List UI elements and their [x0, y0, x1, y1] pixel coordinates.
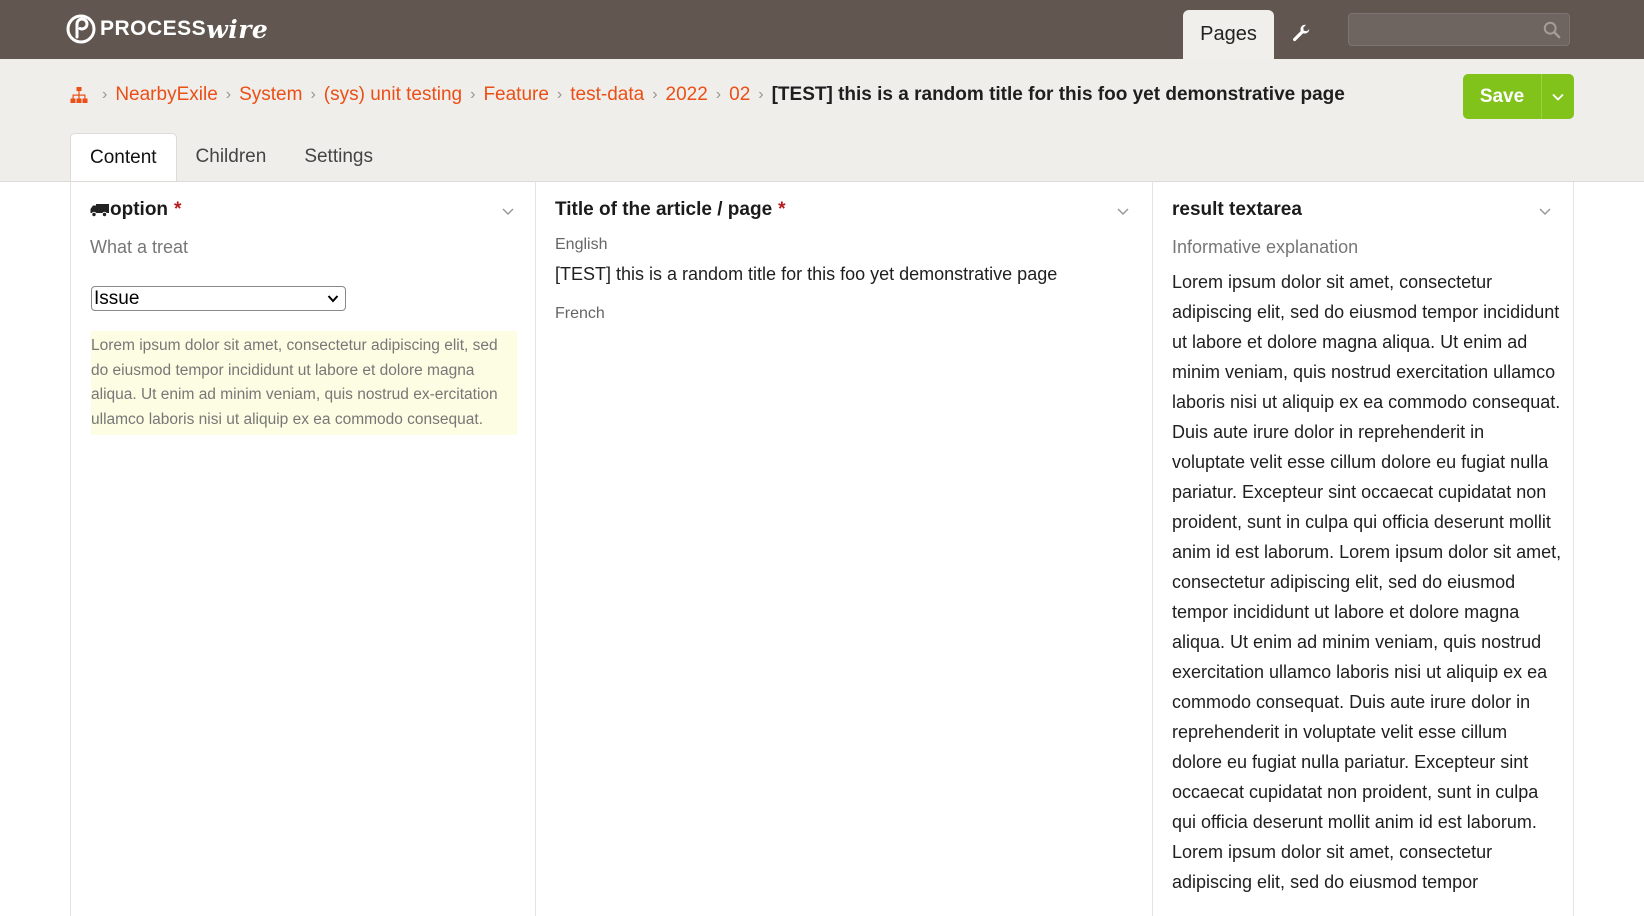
processwire-logo[interactable]: PROCESS wire	[66, 13, 268, 45]
save-button[interactable]: Save	[1463, 74, 1541, 119]
content-panel: option * What a treat Issue Lorem ipsum …	[0, 181, 1644, 916]
chevron-right-icon: ›	[715, 86, 722, 103]
chevron-right-icon: ›	[225, 86, 232, 103]
field-option-notes: Lorem ipsum dolor sit amet, consectetur …	[91, 331, 517, 435]
chevron-right-icon: ›	[310, 86, 316, 103]
field-option-header[interactable]: option *	[90, 199, 181, 221]
breadcrumb-item[interactable]: 2022	[666, 84, 708, 106]
chevron-down-icon[interactable]	[501, 204, 515, 218]
chevron-right-icon: ›	[758, 86, 764, 103]
logo-text-process: PROCESS	[100, 17, 207, 40]
chevron-right-icon: ›	[470, 86, 476, 103]
field-result-description: Informative explanation	[1172, 237, 1359, 257]
chevron-right-icon: ›	[102, 86, 108, 103]
field-title-label: Title of the article / page	[555, 199, 773, 220]
truck-icon	[90, 204, 109, 217]
field-result-label: result textarea	[1172, 199, 1302, 220]
masthead: PROCESS wire Pages	[0, 0, 1644, 59]
search-icon[interactable]	[1543, 21, 1561, 39]
field-title-header[interactable]: Title of the article / page *	[555, 199, 786, 221]
chevron-right-icon: ›	[556, 86, 563, 103]
breadcrumb-item[interactable]: test-data	[570, 84, 644, 106]
wrench-icon[interactable]	[1290, 23, 1312, 45]
field-option-label: option	[110, 199, 169, 220]
processwire-logo-icon	[66, 14, 96, 44]
option-select-value: Issue	[94, 287, 140, 309]
chevron-down-icon	[1552, 93, 1564, 101]
logo-text-wire: wire	[206, 14, 269, 44]
field-title: Title of the article / page * English [T…	[535, 182, 1152, 916]
sitemap-icon[interactable]	[70, 86, 88, 104]
breadcrumb-item[interactable]: 02	[729, 84, 750, 106]
nav-pages-tab[interactable]: Pages	[1183, 10, 1274, 59]
search-input[interactable]	[1348, 13, 1570, 46]
field-option: option * What a treat Issue Lorem ipsum …	[70, 182, 536, 916]
save-button-group: Save	[1463, 74, 1574, 119]
lang-label-french: French	[555, 305, 605, 322]
breadcrumb-item[interactable]: NearbyExile	[115, 84, 217, 106]
required-marker: *	[174, 199, 182, 220]
result-textarea[interactable]: Lorem ipsum dolor sit amet, consectetur …	[1172, 267, 1562, 897]
edit-tabs: Content Children Settings	[70, 133, 392, 181]
field-result: result textarea Informative explanation …	[1152, 182, 1574, 916]
tab-content[interactable]: Content	[70, 133, 177, 181]
breadcrumb-item[interactable]: (sys) unit testing	[324, 84, 462, 106]
save-dropdown-button[interactable]	[1542, 74, 1574, 119]
page-title: [TEST] this is a random title for this f…	[771, 84, 1345, 105]
lang-label-english: English	[555, 236, 608, 253]
title-input-english[interactable]: [TEST] this is a random title for this f…	[555, 264, 1057, 285]
required-marker: *	[778, 199, 786, 220]
field-result-header[interactable]: result textarea	[1172, 199, 1302, 221]
option-select[interactable]: Issue	[91, 286, 346, 311]
breadcrumb: › NearbyExile › System › (sys) unit test…	[70, 80, 1345, 110]
breadcrumb-item[interactable]: Feature	[483, 84, 548, 106]
chevron-right-icon: ›	[652, 86, 658, 103]
chevron-down-icon[interactable]	[1538, 204, 1552, 218]
tab-settings[interactable]: Settings	[285, 133, 392, 181]
breadcrumb-item[interactable]: System	[239, 84, 302, 106]
chevron-down-icon	[327, 295, 339, 303]
tab-children[interactable]: Children	[177, 133, 286, 181]
field-option-description: What a treat	[90, 237, 189, 257]
chevron-down-icon[interactable]	[1116, 204, 1130, 218]
